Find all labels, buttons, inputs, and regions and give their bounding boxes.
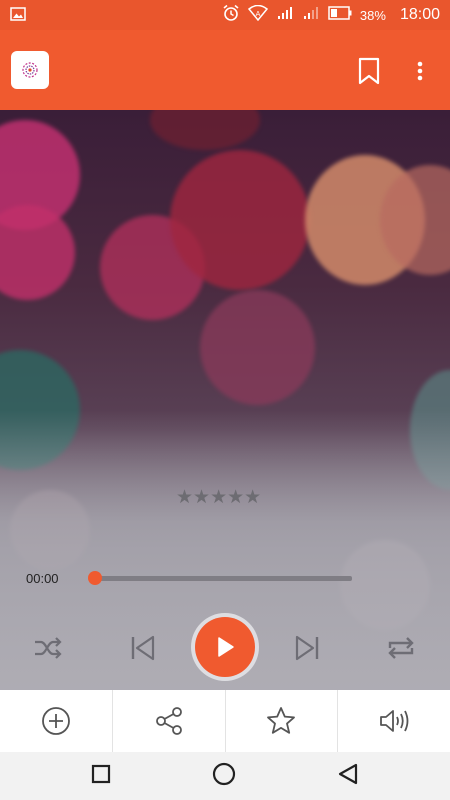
app-bar [0,30,450,110]
previous-icon [131,635,155,661]
elapsed-time: 00:00 [26,571,59,586]
home-button[interactable] [211,761,237,792]
seek-bar[interactable] [94,576,352,581]
shuffle-icon [35,637,62,659]
volume-icon [380,710,409,732]
favorite-button[interactable] [224,690,338,752]
more-options-button[interactable] [410,58,430,84]
back-button[interactable] [336,762,360,791]
app-logo-icon[interactable] [11,51,49,89]
share-button[interactable] [111,690,225,752]
bookmark-button[interactable] [356,56,382,86]
repeat-icon [388,637,414,659]
status-bar: A 38% 18:00 [0,0,450,30]
repeat-button[interactable] [383,630,419,666]
back-icon [339,763,358,784]
shuffle-button[interactable] [30,630,66,666]
signal-icon-2 [302,5,320,25]
album-artwork [0,110,450,690]
action-bar [0,690,450,752]
seek-thumb[interactable] [88,571,102,585]
bookmark-icon [358,57,380,85]
volume-button[interactable] [337,690,450,752]
battery-icon [328,6,352,24]
wifi-icon: A [247,4,268,25]
favorite-icon [267,707,296,734]
previous-button[interactable] [124,630,160,666]
add-to-playlist-button[interactable] [0,690,112,752]
system-nav-bar [0,752,450,800]
image-icon [10,7,26,26]
recents-icon [91,764,110,783]
play-icon [218,637,234,657]
next-button[interactable] [290,630,326,666]
alarm-icon [222,4,240,26]
recents-button[interactable] [90,763,112,790]
add-icon [41,707,70,735]
next-icon [295,635,319,661]
signal-icon [276,5,294,25]
svg-text:A: A [256,11,261,18]
home-icon [212,762,236,785]
rating-stars[interactable]: ★★★★★ [176,488,261,508]
status-time: 18:00 [399,6,440,23]
battery-percent: 38% [359,7,386,23]
share-icon [155,707,182,735]
play-button[interactable] [195,617,255,677]
more-vert-icon [417,61,423,81]
